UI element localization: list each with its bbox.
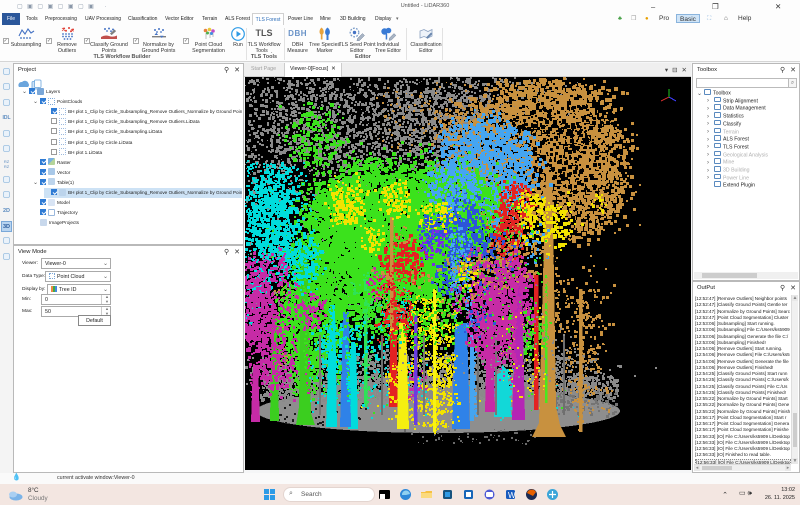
svg-text:W: W [508,491,516,500]
